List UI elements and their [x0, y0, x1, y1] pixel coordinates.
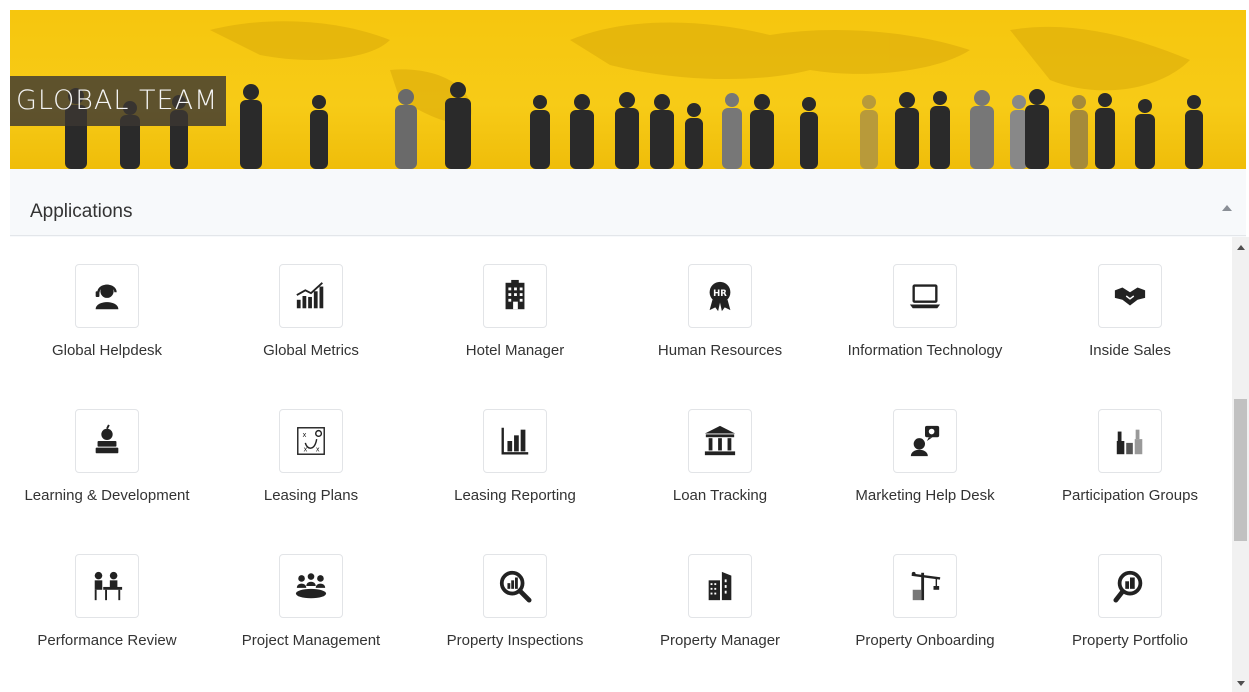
app-label[interactable]: Leasing Reporting: [415, 487, 615, 504]
app-label[interactable]: Global Helpdesk: [7, 342, 207, 359]
raised-hands-icon: [1116, 429, 1143, 455]
app-label[interactable]: Learning & Development: [7, 487, 207, 504]
app-icon-tile[interactable]: [1098, 409, 1162, 473]
app-label[interactable]: Property Manager: [620, 632, 820, 649]
app-label[interactable]: Performance Review: [7, 632, 207, 649]
construction-crane-icon: [911, 571, 941, 601]
app-label[interactable]: Project Management: [211, 632, 411, 649]
app-tile-item[interactable]: Performance Review: [7, 554, 207, 649]
books-apple-icon: [95, 424, 119, 454]
app-icon-tile[interactable]: [279, 554, 343, 618]
app-icon-tile[interactable]: [893, 409, 957, 473]
app-icon-tile[interactable]: [75, 264, 139, 328]
app-tile-item[interactable]: Hotel Manager: [415, 264, 615, 359]
magnify-chart-icon: [499, 570, 532, 603]
app-icon-tile[interactable]: [279, 264, 343, 328]
app-icon-tile[interactable]: [483, 409, 547, 473]
scroll-thumb[interactable]: [1234, 399, 1247, 541]
app-label[interactable]: Property Inspections: [415, 632, 615, 649]
app-label[interactable]: Property Onboarding: [825, 632, 1025, 649]
app-tile-item[interactable]: Learning & Development: [7, 409, 207, 504]
app-icon-tile[interactable]: [483, 554, 547, 618]
app-icon-tile[interactable]: [688, 409, 752, 473]
app-icon-tile[interactable]: [75, 409, 139, 473]
app-tile-item[interactable]: Project Management: [211, 554, 411, 649]
banner-title: GLOBAL TEAM: [10, 76, 227, 126]
app-label[interactable]: Hotel Manager: [415, 342, 615, 359]
app-label[interactable]: Information Technology: [825, 342, 1025, 359]
app-icon-tile[interactable]: [75, 554, 139, 618]
app-label[interactable]: Marketing Help Desk: [825, 487, 1025, 504]
bar-chart-growth-icon: [296, 282, 324, 309]
portfolio-search-icon: [1113, 570, 1143, 603]
app-label[interactable]: Loan Tracking: [620, 487, 820, 504]
app-tile-item[interactable]: Loan Tracking: [620, 409, 820, 504]
app-tile-item[interactable]: Property Onboarding: [825, 554, 1025, 649]
app-tile-item[interactable]: Property Inspections: [415, 554, 615, 649]
interview-desk-icon: [94, 571, 123, 601]
app-tile-item[interactable]: HR Human Resources: [620, 264, 820, 359]
app-tile-item[interactable]: Inside Sales: [1030, 264, 1230, 359]
app-tile-item[interactable]: Property Manager: [620, 554, 820, 649]
app-icon-tile[interactable]: [893, 554, 957, 618]
helpdesk-agent-icon: [95, 284, 119, 310]
office-building-icon: [708, 571, 732, 601]
app-icon-tile[interactable]: HR: [688, 264, 752, 328]
app-icon-tile[interactable]: xxx: [279, 409, 343, 473]
svg-text:x: x: [316, 445, 320, 453]
app-tile-item[interactable]: x x x Leasing Plans: [211, 409, 411, 504]
panel-title: Applications: [30, 201, 133, 222]
report-chart-icon: [501, 427, 529, 455]
app-label[interactable]: Human Resources: [620, 342, 820, 359]
scroll-down-arrow-icon[interactable]: [1237, 681, 1245, 686]
svg-text:HR: HR: [713, 289, 727, 299]
hero-banner: GLOBAL TEAM: [10, 10, 1246, 169]
panel-header[interactable]: Applications: [10, 189, 1246, 236]
team-meeting-icon: [295, 573, 327, 599]
hr-badge-icon: HR: [709, 281, 731, 312]
collapse-caret-icon[interactable]: [1222, 205, 1232, 211]
app-tile-item[interactable]: Global Metrics: [211, 264, 411, 359]
bank-icon: [704, 425, 736, 456]
strategy-board-icon: xx x: [297, 427, 325, 455]
hotel-building-icon: [505, 279, 525, 310]
app-icon-tile[interactable]: [1098, 264, 1162, 328]
svg-text:x: x: [303, 431, 307, 439]
app-label[interactable]: Inside Sales: [1030, 342, 1230, 359]
app-label[interactable]: Leasing Plans: [211, 487, 411, 504]
app-tile-item[interactable]: Participation Groups: [1030, 409, 1230, 504]
app-icon-tile[interactable]: [688, 554, 752, 618]
handshake-icon: [1114, 287, 1146, 306]
applications-grid: Global Helpdesk Global Metrics Hotel Manag…: [0, 237, 1230, 692]
marketing-support-icon: [910, 425, 940, 457]
app-icon-tile[interactable]: [1098, 554, 1162, 618]
app-label[interactable]: Property Portfolio: [1030, 632, 1230, 649]
app-tile-item[interactable]: Marketing Help Desk: [825, 409, 1025, 504]
app-tile-item[interactable]: Leasing Reporting: [415, 409, 615, 504]
app-tile-item[interactable]: Property Portfolio: [1030, 554, 1230, 649]
app-label[interactable]: Participation Groups: [1030, 487, 1230, 504]
vertical-scrollbar[interactable]: [1232, 237, 1249, 692]
app-icon-tile[interactable]: [893, 264, 957, 328]
app-label[interactable]: Global Metrics: [211, 342, 411, 359]
scroll-up-arrow-icon[interactable]: [1237, 245, 1245, 250]
laptop-icon: [909, 284, 941, 309]
app-tile-item[interactable]: Global Helpdesk: [7, 264, 207, 359]
app-tile-item[interactable]: Information Technology: [825, 264, 1025, 359]
app-icon-tile[interactable]: [483, 264, 547, 328]
